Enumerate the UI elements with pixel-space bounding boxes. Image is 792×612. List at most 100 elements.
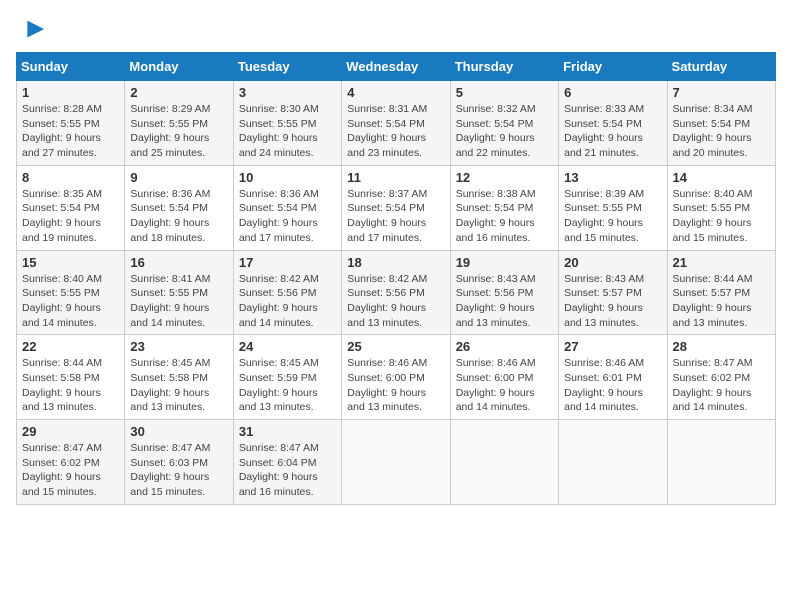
calendar-cell: 6 Sunrise: 8:33 AMSunset: 5:54 PMDaylight… bbox=[559, 81, 667, 166]
day-info: Sunrise: 8:29 AMSunset: 5:55 PMDaylight:… bbox=[130, 102, 227, 161]
calendar-cell: 28 Sunrise: 8:47 AMSunset: 6:02 PMDayligh… bbox=[667, 335, 775, 420]
calendar-cell: 9Sunrise: 8:36 AMSunset: 5:54 PMDaylight… bbox=[125, 165, 233, 250]
day-number: 29 bbox=[22, 424, 119, 439]
calendar-cell: 7 Sunrise: 8:34 AMSunset: 5:54 PMDaylight… bbox=[667, 81, 775, 166]
day-number: 17 bbox=[239, 255, 336, 270]
calendar-cell: 15 Sunrise: 8:40 AMSunset: 5:55 PMDayligh… bbox=[17, 250, 125, 335]
calendar-cell bbox=[342, 420, 450, 505]
weekday-header-friday: Friday bbox=[559, 53, 667, 81]
weekday-header-monday: Monday bbox=[125, 53, 233, 81]
weekday-header-wednesday: Wednesday bbox=[342, 53, 450, 81]
day-number: 13 bbox=[564, 170, 661, 185]
day-number: 18 bbox=[347, 255, 444, 270]
day-info: Sunrise: 8:45 AMSunset: 5:58 PMDaylight:… bbox=[130, 356, 227, 415]
day-number: 30 bbox=[130, 424, 227, 439]
day-number: 12 bbox=[456, 170, 553, 185]
day-number: 24 bbox=[239, 339, 336, 354]
calendar-cell: 3 Sunrise: 8:30 AMSunset: 5:55 PMDaylight… bbox=[233, 81, 341, 166]
day-info: Sunrise: 8:43 AMSunset: 5:56 PMDaylight:… bbox=[456, 272, 553, 331]
day-number: 1 bbox=[22, 85, 119, 100]
calendar-cell bbox=[667, 420, 775, 505]
day-info: Sunrise: 8:45 AMSunset: 5:59 PMDaylight:… bbox=[239, 356, 336, 415]
day-info: Sunrise: 8:33 AMSunset: 5:54 PMDaylight:… bbox=[564, 102, 661, 161]
calendar-cell: 23 Sunrise: 8:45 AMSunset: 5:58 PMDayligh… bbox=[125, 335, 233, 420]
day-number: 5 bbox=[456, 85, 553, 100]
logo-icon bbox=[18, 16, 46, 44]
day-number: 16 bbox=[130, 255, 227, 270]
day-info: Sunrise: 8:30 AMSunset: 5:55 PMDaylight:… bbox=[239, 102, 336, 161]
calendar-cell: 24 Sunrise: 8:45 AMSunset: 5:59 PMDayligh… bbox=[233, 335, 341, 420]
weekday-header-saturday: Saturday bbox=[667, 53, 775, 81]
day-info: Sunrise: 8:46 AMSunset: 6:00 PMDaylight:… bbox=[456, 356, 553, 415]
day-info: Sunrise: 8:47 AMSunset: 6:02 PMDaylight:… bbox=[22, 441, 119, 500]
page-header bbox=[16, 16, 776, 44]
day-info: Sunrise: 8:34 AMSunset: 5:54 PMDaylight:… bbox=[673, 102, 770, 161]
day-number: 26 bbox=[456, 339, 553, 354]
calendar-cell: 17Sunrise: 8:42 AMSunset: 5:56 PMDayligh… bbox=[233, 250, 341, 335]
day-number: 31 bbox=[239, 424, 336, 439]
day-number: 20 bbox=[564, 255, 661, 270]
day-number: 4 bbox=[347, 85, 444, 100]
calendar-cell bbox=[559, 420, 667, 505]
calendar-cell: 31Sunrise: 8:47 AMSunset: 6:04 PMDayligh… bbox=[233, 420, 341, 505]
logo bbox=[16, 16, 46, 44]
weekday-header-thursday: Thursday bbox=[450, 53, 558, 81]
calendar-cell: 12 Sunrise: 8:38 AMSunset: 5:54 PMDayligh… bbox=[450, 165, 558, 250]
day-number: 11 bbox=[347, 170, 444, 185]
calendar-cell: 4 Sunrise: 8:31 AMSunset: 5:54 PMDaylight… bbox=[342, 81, 450, 166]
calendar-cell: 22Sunrise: 8:44 AMSunset: 5:58 PMDayligh… bbox=[17, 335, 125, 420]
day-info: Sunrise: 8:36 AMSunset: 5:54 PMDaylight:… bbox=[130, 187, 227, 246]
day-number: 6 bbox=[564, 85, 661, 100]
day-number: 7 bbox=[673, 85, 770, 100]
day-info: Sunrise: 8:35 AMSunset: 5:54 PMDaylight:… bbox=[22, 187, 119, 246]
calendar-cell: 26 Sunrise: 8:46 AMSunset: 6:00 PMDayligh… bbox=[450, 335, 558, 420]
calendar-cell: 30 Sunrise: 8:47 AMSunset: 6:03 PMDayligh… bbox=[125, 420, 233, 505]
day-info: Sunrise: 8:43 AMSunset: 5:57 PMDaylight:… bbox=[564, 272, 661, 331]
day-number: 21 bbox=[673, 255, 770, 270]
calendar-cell: 19 Sunrise: 8:43 AMSunset: 5:56 PMDayligh… bbox=[450, 250, 558, 335]
day-number: 8 bbox=[22, 170, 119, 185]
day-number: 15 bbox=[22, 255, 119, 270]
day-number: 27 bbox=[564, 339, 661, 354]
calendar-cell: 11 Sunrise: 8:37 AMSunset: 5:54 PMDayligh… bbox=[342, 165, 450, 250]
day-number: 19 bbox=[456, 255, 553, 270]
calendar-cell: 14 Sunrise: 8:40 AMSunset: 5:55 PMDayligh… bbox=[667, 165, 775, 250]
day-number: 2 bbox=[130, 85, 227, 100]
day-info: Sunrise: 8:41 AMSunset: 5:55 PMDaylight:… bbox=[130, 272, 227, 331]
day-info: Sunrise: 8:47 AMSunset: 6:03 PMDaylight:… bbox=[130, 441, 227, 500]
day-info: Sunrise: 8:47 AMSunset: 6:02 PMDaylight:… bbox=[673, 356, 770, 415]
calendar-cell: 21 Sunrise: 8:44 AMSunset: 5:57 PMDayligh… bbox=[667, 250, 775, 335]
day-info: Sunrise: 8:32 AMSunset: 5:54 PMDaylight:… bbox=[456, 102, 553, 161]
day-number: 3 bbox=[239, 85, 336, 100]
day-number: 14 bbox=[673, 170, 770, 185]
calendar-cell: 16 Sunrise: 8:41 AMSunset: 5:55 PMDayligh… bbox=[125, 250, 233, 335]
calendar-cell: 1 Sunrise: 8:28 AMSunset: 5:55 PMDaylight… bbox=[17, 81, 125, 166]
day-number: 10 bbox=[239, 170, 336, 185]
calendar-cell: 8 Sunrise: 8:35 AMSunset: 5:54 PMDaylight… bbox=[17, 165, 125, 250]
day-info: Sunrise: 8:39 AMSunset: 5:55 PMDaylight:… bbox=[564, 187, 661, 246]
calendar-cell: 27Sunrise: 8:46 AMSunset: 6:01 PMDayligh… bbox=[559, 335, 667, 420]
day-info: Sunrise: 8:37 AMSunset: 5:54 PMDaylight:… bbox=[347, 187, 444, 246]
day-info: Sunrise: 8:36 AMSunset: 5:54 PMDaylight:… bbox=[239, 187, 336, 246]
calendar-cell: 5 Sunrise: 8:32 AMSunset: 5:54 PMDaylight… bbox=[450, 81, 558, 166]
day-info: Sunrise: 8:38 AMSunset: 5:54 PMDaylight:… bbox=[456, 187, 553, 246]
calendar-cell: 13 Sunrise: 8:39 AMSunset: 5:55 PMDayligh… bbox=[559, 165, 667, 250]
day-info: Sunrise: 8:28 AMSunset: 5:55 PMDaylight:… bbox=[22, 102, 119, 161]
day-info: Sunrise: 8:44 AMSunset: 5:57 PMDaylight:… bbox=[673, 272, 770, 331]
calendar-cell: 20 Sunrise: 8:43 AMSunset: 5:57 PMDayligh… bbox=[559, 250, 667, 335]
day-info: Sunrise: 8:46 AMSunset: 6:00 PMDaylight:… bbox=[347, 356, 444, 415]
calendar-cell bbox=[450, 420, 558, 505]
calendar-cell: 25 Sunrise: 8:46 AMSunset: 6:00 PMDayligh… bbox=[342, 335, 450, 420]
calendar-table: SundayMondayTuesdayWednesdayThursdayFrid… bbox=[16, 52, 776, 505]
weekday-header-sunday: Sunday bbox=[17, 53, 125, 81]
calendar-cell: 29 Sunrise: 8:47 AMSunset: 6:02 PMDayligh… bbox=[17, 420, 125, 505]
day-info: Sunrise: 8:31 AMSunset: 5:54 PMDaylight:… bbox=[347, 102, 444, 161]
day-info: Sunrise: 8:40 AMSunset: 5:55 PMDaylight:… bbox=[673, 187, 770, 246]
day-number: 25 bbox=[347, 339, 444, 354]
day-number: 28 bbox=[673, 339, 770, 354]
day-number: 23 bbox=[130, 339, 227, 354]
calendar-cell: 2 Sunrise: 8:29 AMSunset: 5:55 PMDaylight… bbox=[125, 81, 233, 166]
calendar-cell: 10 Sunrise: 8:36 AMSunset: 5:54 PMDayligh… bbox=[233, 165, 341, 250]
day-info: Sunrise: 8:40 AMSunset: 5:55 PMDaylight:… bbox=[22, 272, 119, 331]
calendar-cell: 18Sunrise: 8:42 AMSunset: 5:56 PMDayligh… bbox=[342, 250, 450, 335]
